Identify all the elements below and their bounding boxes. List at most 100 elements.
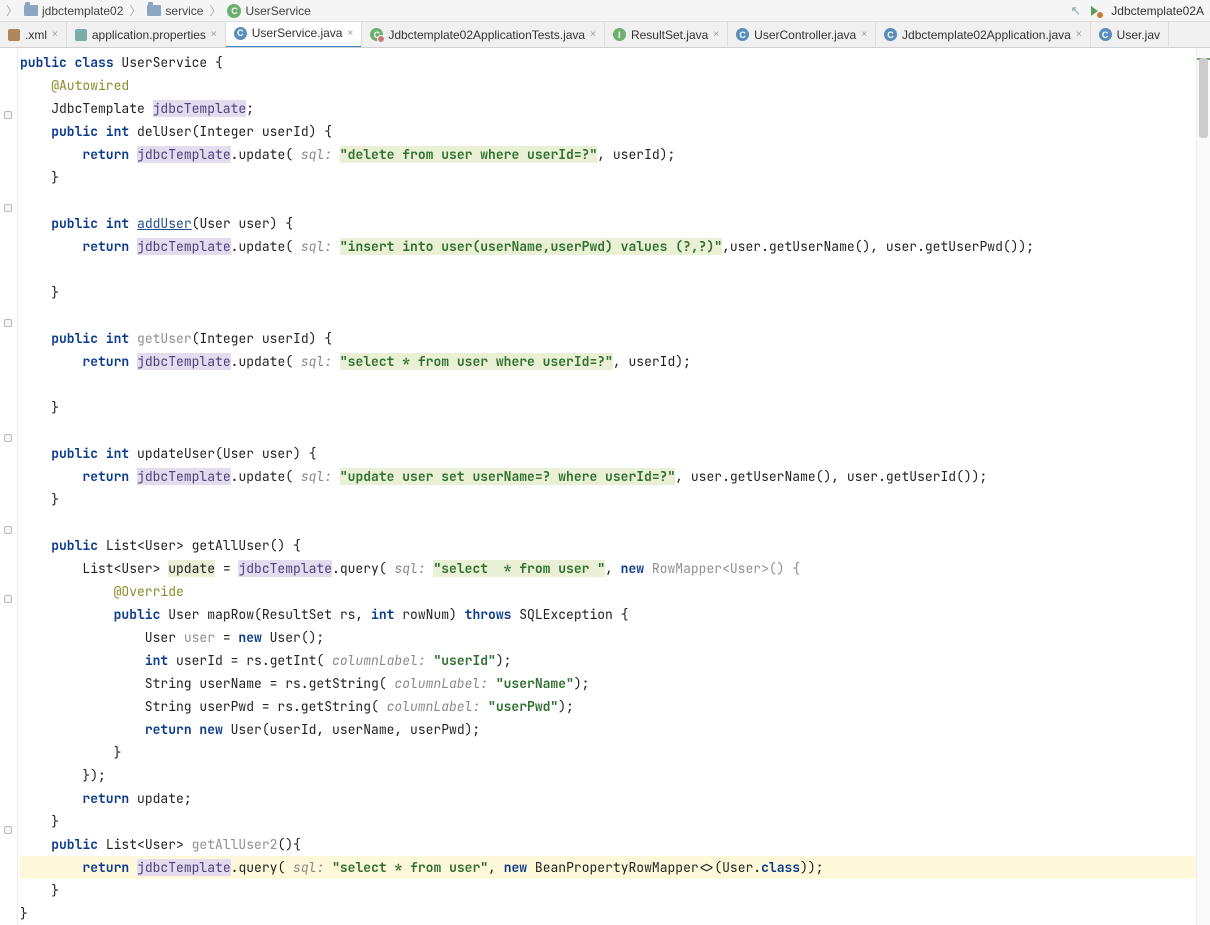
java-class-icon: C — [234, 27, 247, 40]
close-icon[interactable]: × — [861, 29, 867, 40]
code-token: .query( — [231, 859, 293, 876]
tab-properties[interactable]: application.properties × — [67, 22, 226, 47]
fold-marker-icon[interactable] — [4, 826, 12, 834]
close-icon[interactable]: × — [590, 29, 596, 40]
code-token: (User user) { — [192, 215, 293, 232]
code-token — [324, 859, 332, 876]
tab-user[interactable]: C User.jav — [1091, 22, 1169, 47]
code-token: } — [20, 813, 59, 830]
scrollbar-thumb[interactable] — [1199, 58, 1208, 138]
fold-marker-icon[interactable] — [4, 526, 12, 534]
java-test-icon: C — [370, 28, 383, 41]
code-token: , — [605, 560, 621, 577]
code-token: } — [20, 169, 59, 186]
code-token: (Integer userId) { — [192, 330, 332, 347]
run-config-label[interactable]: Jdbctemplate02A — [1111, 4, 1204, 18]
breadcrumb-label: service — [165, 4, 203, 18]
code-token: @Override — [114, 583, 184, 600]
code-token: List<User> — [20, 560, 168, 577]
code-token: "userPwd" — [488, 698, 558, 715]
chevron-right-icon: 〉 — [129, 2, 141, 19]
code-token: RowMapper<User>() { — [644, 560, 800, 577]
code-token: } — [20, 399, 59, 416]
code-token: columnLabel: — [394, 675, 488, 692]
tab-usercontroller[interactable]: C UserController.java × — [728, 22, 876, 47]
code-token: public — [20, 54, 67, 71]
tab-xml[interactable]: .xml × — [0, 22, 67, 47]
code-token: .update( — [231, 353, 301, 370]
breadcrumb-item[interactable]: jdbctemplate02 — [24, 4, 123, 18]
fold-marker-icon[interactable] — [4, 595, 12, 603]
tab-application[interactable]: C Jdbctemplate02Application.java × — [876, 22, 1091, 47]
code-token: jdbcTemplate — [137, 353, 231, 370]
close-icon[interactable]: × — [52, 29, 58, 40]
breadcrumb-item[interactable]: C UserService — [227, 4, 310, 18]
code-token: columnLabel: — [332, 652, 426, 669]
code-token: throws — [465, 606, 512, 623]
fold-marker-icon[interactable] — [4, 111, 12, 119]
close-icon[interactable]: × — [347, 28, 353, 39]
code-token — [20, 537, 51, 554]
fold-marker-icon[interactable] — [4, 434, 12, 442]
xml-file-icon — [8, 29, 20, 41]
code-token: return new — [145, 721, 223, 738]
code-token: update — [168, 560, 215, 577]
code-token — [20, 238, 82, 255]
code-token: jdbcTemplate — [137, 468, 231, 485]
code-token: BeanPropertyRowMapper<>(User. — [527, 859, 761, 876]
code-token — [480, 698, 488, 715]
properties-file-icon — [75, 29, 87, 41]
tab-tests[interactable]: C Jdbctemplate02ApplicationTests.java × — [362, 22, 605, 47]
code-token: .update( — [231, 146, 301, 163]
code-token: ); — [574, 675, 590, 692]
code-token — [20, 445, 51, 462]
code-token: class — [67, 54, 122, 71]
close-icon[interactable]: × — [1076, 29, 1082, 40]
tab-label: ResultSet.java — [631, 28, 708, 42]
code-token: = — [215, 560, 238, 577]
code-token: sql: — [301, 146, 332, 163]
close-icon[interactable]: × — [713, 29, 719, 40]
code-token: public int — [51, 215, 129, 232]
code-token — [129, 238, 137, 255]
fold-marker-icon[interactable] — [4, 204, 12, 212]
close-icon[interactable]: × — [211, 29, 217, 40]
code-token: updateUser(User user) { — [129, 445, 316, 462]
breadcrumb-item[interactable]: service — [147, 4, 203, 18]
code-token: )); — [800, 859, 823, 876]
code-token — [488, 675, 496, 692]
code-token: JdbcTemplate — [20, 100, 153, 117]
code-token: new — [504, 859, 527, 876]
code-token — [332, 353, 340, 370]
tab-userservice[interactable]: C UserService.java × — [226, 22, 363, 48]
code-token — [129, 468, 137, 485]
code-token: sql: — [394, 560, 425, 577]
java-interface-icon: I — [613, 28, 626, 41]
code-token — [20, 330, 51, 347]
code-token: "insert into user(userName,userPwd) valu… — [340, 238, 722, 255]
code-token — [20, 468, 82, 485]
code-token: new — [238, 629, 261, 646]
folder-icon — [24, 5, 38, 16]
code-token: public int — [51, 123, 129, 140]
scrollbar[interactable] — [1196, 48, 1210, 925]
code-token — [20, 721, 145, 738]
gutter[interactable] — [0, 48, 18, 925]
run-config-icon[interactable] — [1089, 4, 1103, 18]
tab-label: UserService.java — [252, 26, 343, 40]
chevron-right-icon: 〉 — [209, 2, 221, 19]
code-token: return — [82, 146, 129, 163]
code-token: return — [82, 353, 129, 370]
code-token: return — [82, 790, 129, 807]
code-token: return — [82, 859, 129, 876]
search-icon[interactable]: ↖ — [1070, 3, 1081, 19]
code-token: int — [145, 652, 168, 669]
code-token: sql: — [293, 859, 324, 876]
code-editor[interactable]: public class UserService { @Autowired Jd… — [18, 48, 1196, 925]
tab-resultset[interactable]: I ResultSet.java × — [605, 22, 728, 47]
code-token: rowNum) — [394, 606, 464, 623]
code-token: } — [20, 284, 59, 301]
fold-marker-icon[interactable] — [4, 319, 12, 327]
code-token: "userName" — [496, 675, 574, 692]
code-token: List<User> getAllUser() { — [98, 537, 301, 554]
